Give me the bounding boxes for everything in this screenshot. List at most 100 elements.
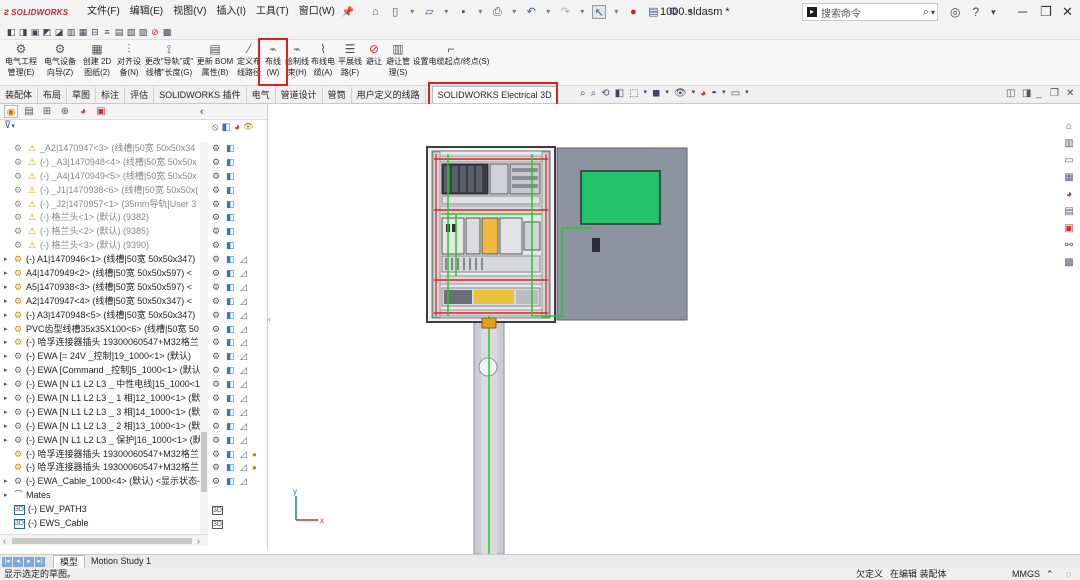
- appearance-state-icon[interactable]: ◿: [240, 364, 247, 378]
- part-state-icon[interactable]: ◧: [226, 350, 235, 364]
- menu-insert[interactable]: 插入(I): [211, 0, 250, 24]
- restore-icon[interactable]: ❐: [1040, 0, 1052, 24]
- tool-state-icon[interactable]: ⚙: [212, 336, 220, 350]
- tool-state-icon[interactable]: 3D: [212, 503, 223, 517]
- tab-piping[interactable]: 管道设计: [276, 87, 323, 103]
- tree-item[interactable]: ▸ ⚙ (-) EWA [Command _控制]5_1000<1> (默认 ⚙ ◧ ◿: [0, 364, 268, 378]
- display-style-icon[interactable]: ◼: [652, 88, 660, 99]
- ribbon-button-change-length[interactable]: ⟟ 更改"导轨"或" 线槽"长度(G): [144, 40, 194, 84]
- appearance-state-icon[interactable]: ◿: [240, 420, 247, 434]
- doc-restore-icon[interactable]: ❐: [1050, 88, 1059, 99]
- part-state-icon[interactable]: ◧: [226, 406, 235, 420]
- tool-state-icon[interactable]: ⚙: [212, 434, 220, 448]
- tool-state-icon[interactable]: ⚙: [212, 420, 220, 434]
- appearance-state-icon[interactable]: ◿: [240, 350, 247, 364]
- expand-toggle-icon[interactable]: ▸: [4, 309, 12, 323]
- appearance-state-icon[interactable]: ◿: [240, 336, 247, 350]
- chevron-down-icon[interactable]: ▾: [612, 5, 620, 19]
- menu-edit[interactable]: 编辑(E): [125, 0, 168, 24]
- tool-state-icon[interactable]: ⚙: [212, 461, 220, 475]
- tree-item[interactable]: ⚙ ⚠ (-) _J1|1470938<6> (线槽|50宽 50x50x(⚙ ◧: [0, 184, 268, 198]
- cabinet-3d-model[interactable]: y x: [270, 104, 1060, 555]
- new-document-icon[interactable]: ▯: [388, 5, 402, 19]
- column-display-icon[interactable]: 👁: [243, 122, 253, 133]
- tool-state-icon[interactable]: ⚙: [212, 475, 220, 489]
- part-state-icon[interactable]: ◧: [226, 253, 235, 267]
- monitor-icon[interactable]: ▭: [731, 88, 740, 99]
- part-state-icon[interactable]: ◧: [226, 336, 235, 350]
- tree-item[interactable]: ▸ ⚙ (-) EWA [= 24V _控制]19_1000<1> (默认) ⚙ ◧ ◿: [0, 350, 268, 364]
- appearance-state-icon[interactable]: ◿: [240, 406, 247, 420]
- close-icon[interactable]: ✕: [1062, 0, 1073, 24]
- next-tab-icon[interactable]: ▸: [24, 556, 34, 567]
- display-manager-tab-icon[interactable]: ◕: [76, 105, 90, 118]
- tool-icon[interactable]: ▩: [162, 27, 172, 37]
- tool-state-icon[interactable]: ⚙: [212, 225, 220, 239]
- appearance-state-icon[interactable]: ◿: [240, 281, 247, 295]
- tool-icon[interactable]: ▥: [66, 27, 76, 37]
- menu-file[interactable]: 文件(F): [82, 0, 125, 24]
- section-view-icon[interactable]: ◧: [615, 88, 624, 99]
- prev-tab-icon[interactable]: ◂: [13, 556, 23, 567]
- chevron-down-icon[interactable]: ▾: [544, 5, 552, 19]
- part-state-icon[interactable]: ◧: [226, 267, 235, 281]
- doc-minimize-icon[interactable]: _: [1036, 88, 1042, 99]
- tab-sketch[interactable]: 草图: [67, 87, 97, 103]
- part-state-icon[interactable]: ◧: [226, 461, 235, 475]
- tree-item[interactable]: ⚙ ⚠ (-) _J2|1470957<1> (35mm导轨|User 3 ⚙ ◧: [0, 198, 268, 212]
- ribbon-button-avoid[interactable]: ⊘ 避让: [364, 40, 384, 84]
- solidworks-logo[interactable]: ᴤ SOLIDWORKS: [4, 7, 76, 18]
- chevron-down-icon[interactable]: ▾: [692, 88, 696, 99]
- help-icon[interactable]: ?: [972, 0, 979, 24]
- tool-state-icon[interactable]: ⚙: [212, 295, 220, 309]
- rotate-icon[interactable]: ⟲: [601, 88, 609, 99]
- chevron-down-icon[interactable]: ▾: [11, 123, 15, 130]
- home-icon[interactable]: ⌂: [368, 5, 382, 19]
- tree-item[interactable]: ⚙ ⚠ _A2|1470947<3> (线槽|50宽 50x50x34 ⚙ ◧: [0, 142, 268, 156]
- dimxpert-tab-icon[interactable]: ⊕: [58, 105, 72, 118]
- expand-toggle-icon[interactable]: ▸: [4, 434, 12, 448]
- view-palette-icon[interactable]: ▦: [1062, 171, 1076, 184]
- chevron-down-icon[interactable]: ▾: [408, 5, 416, 19]
- graphics-area[interactable]: y x: [270, 104, 1060, 555]
- stop-icon[interactable]: ⊘: [150, 27, 160, 37]
- tool-icon[interactable]: ▤: [114, 27, 124, 37]
- chevron-down-icon[interactable]: ▾: [442, 5, 450, 19]
- part-state-icon[interactable]: ◧: [226, 142, 235, 156]
- part-state-icon[interactable]: ◧: [226, 184, 235, 198]
- appearance-state-icon[interactable]: ◿: [240, 434, 247, 448]
- tool-state-icon[interactable]: ⚙: [212, 350, 220, 364]
- tool-state-icon[interactable]: ⚙: [212, 211, 220, 225]
- undo-icon[interactable]: ↶: [524, 5, 538, 19]
- expand-toggle-icon[interactable]: ▸: [4, 350, 12, 364]
- appearance-state-icon[interactable]: ◿: [240, 461, 247, 475]
- scrollbar-thumb[interactable]: [12, 538, 192, 544]
- chevron-down-icon[interactable]: ▾: [578, 5, 586, 19]
- appearance-state-icon[interactable]: ◿: [240, 295, 247, 309]
- design-library-icon[interactable]: ▥: [1062, 137, 1076, 150]
- notification-icon[interactable]: ◌: [1066, 568, 1071, 580]
- tree-item[interactable]: ▸ ⚙ (-) 哈孚连接器插头 19300060547+M32格兰 ⚙ ◧ ◿: [0, 336, 268, 350]
- tool-icon[interactable]: ▨: [138, 27, 148, 37]
- tool-state-icon[interactable]: ⚙: [212, 364, 220, 378]
- tree-item[interactable]: ▸ ⚙ A2|1470947<4> (线槽|50宽 50x50x347) < ⚙ ◧ ◿: [0, 295, 268, 309]
- part-state-icon[interactable]: ◧: [226, 295, 235, 309]
- ribbon-button-avoid-manager[interactable]: ▥ 避让管 理(S): [384, 40, 412, 84]
- part-state-icon[interactable]: ◧: [226, 448, 235, 462]
- print-icon[interactable]: ⎙: [490, 5, 504, 19]
- traffic-light-icon[interactable]: ●: [626, 5, 640, 19]
- expand-toggle-icon[interactable]: ▸: [4, 336, 12, 350]
- part-state-icon[interactable]: ◧: [226, 420, 235, 434]
- save-icon[interactable]: ▪: [456, 5, 470, 19]
- tab-evaluate[interactable]: 评估: [125, 87, 155, 103]
- tool-icon[interactable]: ▦: [78, 27, 88, 37]
- tree-item[interactable]: ⚙ (-) 哈孚连接器插头 19300060547+M32格兰 ⚙ ◧ ◿ ●: [0, 461, 268, 475]
- tree-item[interactable]: ⚙ ⚠ (-) _A4|1470949<5> (线槽|50宽 50x50x ⚙ ◧: [0, 170, 268, 184]
- search-box[interactable]: ▸ 搜索命令 ⌕ ▾: [802, 3, 938, 21]
- zoom-icon[interactable]: ⌕: [591, 88, 597, 99]
- tree-item[interactable]: ▸ ⚙ (-) A1|1470946<1> (线槽|50宽 50x50x347) ⚙ ◧…: [0, 253, 268, 267]
- chevron-down-icon[interactable]: ▾: [722, 88, 726, 99]
- expand-toggle-icon[interactable]: ▸: [4, 281, 12, 295]
- open-icon[interactable]: ▱: [422, 5, 436, 19]
- select-cursor-icon[interactable]: ↖: [592, 5, 607, 19]
